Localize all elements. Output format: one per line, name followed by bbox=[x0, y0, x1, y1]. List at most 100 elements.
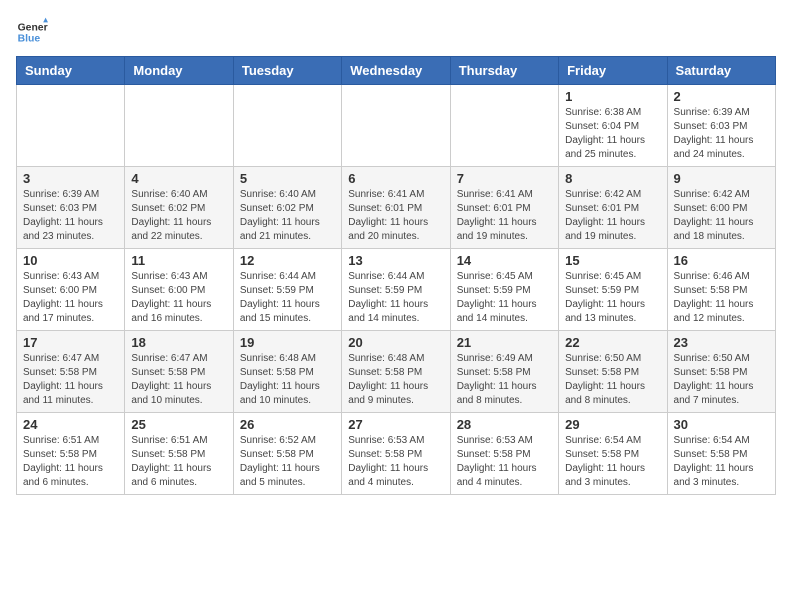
day-info: Sunrise: 6:48 AM Sunset: 5:58 PM Dayligh… bbox=[240, 352, 335, 408]
day-number: 21 bbox=[457, 335, 552, 350]
calendar-cell: 19 Sunrise: 6:48 AM Sunset: 5:58 PM Dayli… bbox=[233, 331, 341, 413]
day-number: 20 bbox=[348, 335, 443, 350]
day-info: Sunrise: 6:42 AM Sunset: 6:01 PM Dayligh… bbox=[565, 188, 660, 244]
calendar-cell: 28 Sunrise: 6:53 AM Sunset: 5:58 PM Dayli… bbox=[450, 413, 558, 495]
day-info: Sunrise: 6:51 AM Sunset: 5:58 PM Dayligh… bbox=[23, 434, 118, 490]
calendar-cell: 23 Sunrise: 6:50 AM Sunset: 5:58 PM Dayli… bbox=[667, 331, 775, 413]
calendar-week-5: 24 Sunrise: 6:51 AM Sunset: 5:58 PM Dayli… bbox=[17, 413, 776, 495]
day-header-thursday: Thursday bbox=[450, 57, 558, 85]
day-number: 9 bbox=[674, 171, 769, 186]
day-info: Sunrise: 6:43 AM Sunset: 6:00 PM Dayligh… bbox=[23, 270, 118, 326]
day-number: 29 bbox=[565, 417, 660, 432]
calendar-cell: 13 Sunrise: 6:44 AM Sunset: 5:59 PM Dayli… bbox=[342, 249, 450, 331]
calendar-week-3: 10 Sunrise: 6:43 AM Sunset: 6:00 PM Dayli… bbox=[17, 249, 776, 331]
day-info: Sunrise: 6:38 AM Sunset: 6:04 PM Dayligh… bbox=[565, 106, 660, 162]
page-header: General Blue bbox=[16, 16, 776, 48]
calendar-cell: 7 Sunrise: 6:41 AM Sunset: 6:01 PM Daylig… bbox=[450, 167, 558, 249]
day-number: 23 bbox=[674, 335, 769, 350]
calendar-cell: 9 Sunrise: 6:42 AM Sunset: 6:00 PM Daylig… bbox=[667, 167, 775, 249]
calendar-cell: 27Sunrise: 6:53 AM Sunset: 5:58 PM Dayli… bbox=[342, 413, 450, 495]
day-info: Sunrise: 6:40 AM Sunset: 6:02 PM Dayligh… bbox=[240, 188, 335, 244]
day-number: 5 bbox=[240, 171, 335, 186]
day-header-wednesday: Wednesday bbox=[342, 57, 450, 85]
day-info: Sunrise: 6:41 AM Sunset: 6:01 PM Dayligh… bbox=[457, 188, 552, 244]
calendar-cell: 8 Sunrise: 6:42 AM Sunset: 6:01 PM Daylig… bbox=[559, 167, 667, 249]
calendar-cell: 16 Sunrise: 6:46 AM Sunset: 5:58 PM Dayli… bbox=[667, 249, 775, 331]
day-number: 6 bbox=[348, 171, 443, 186]
day-number: 15 bbox=[565, 253, 660, 268]
day-number: 4 bbox=[131, 171, 226, 186]
day-number: 22 bbox=[565, 335, 660, 350]
day-info: Sunrise: 6:47 AM Sunset: 5:58 PM Dayligh… bbox=[23, 352, 118, 408]
logo: General Blue bbox=[16, 16, 48, 48]
day-info: Sunrise: 6:41 AM Sunset: 6:01 PM Dayligh… bbox=[348, 188, 443, 244]
day-info: Sunrise: 6:43 AM Sunset: 6:00 PM Dayligh… bbox=[131, 270, 226, 326]
day-header-tuesday: Tuesday bbox=[233, 57, 341, 85]
day-number: 25 bbox=[131, 417, 226, 432]
logo-icon: General Blue bbox=[16, 16, 48, 48]
day-number: 16 bbox=[674, 253, 769, 268]
day-info: Sunrise: 6:45 AM Sunset: 5:59 PM Dayligh… bbox=[565, 270, 660, 326]
day-info: Sunrise: 6:45 AM Sunset: 5:59 PM Dayligh… bbox=[457, 270, 552, 326]
day-number: 13 bbox=[348, 253, 443, 268]
calendar-cell: 2 Sunrise: 6:39 AM Sunset: 6:03 PM Daylig… bbox=[667, 85, 775, 167]
day-info: Sunrise: 6:40 AM Sunset: 6:02 PM Dayligh… bbox=[131, 188, 226, 244]
day-info: Sunrise: 6:52 AM Sunset: 5:58 PM Dayligh… bbox=[240, 434, 335, 490]
day-number: 1 bbox=[565, 89, 660, 104]
calendar-cell: 24 Sunrise: 6:51 AM Sunset: 5:58 PM Dayli… bbox=[17, 413, 125, 495]
day-number: 18 bbox=[131, 335, 226, 350]
day-info: Sunrise: 6:49 AM Sunset: 5:58 PM Dayligh… bbox=[457, 352, 552, 408]
day-info: Sunrise: 6:54 AM Sunset: 5:58 PM Dayligh… bbox=[674, 434, 769, 490]
day-number: 7 bbox=[457, 171, 552, 186]
calendar-cell: 1 Sunrise: 6:38 AM Sunset: 6:04 PM Daylig… bbox=[559, 85, 667, 167]
calendar-cell: 20Sunrise: 6:48 AM Sunset: 5:58 PM Dayli… bbox=[342, 331, 450, 413]
day-info: Sunrise: 6:44 AM Sunset: 5:59 PM Dayligh… bbox=[240, 270, 335, 326]
calendar-cell bbox=[450, 85, 558, 167]
calendar-cell: 6 Sunrise: 6:41 AM Sunset: 6:01 PM Daylig… bbox=[342, 167, 450, 249]
day-info: Sunrise: 6:39 AM Sunset: 6:03 PM Dayligh… bbox=[674, 106, 769, 162]
calendar-cell: 30 Sunrise: 6:54 AM Sunset: 5:58 PM Dayli… bbox=[667, 413, 775, 495]
day-number: 10 bbox=[23, 253, 118, 268]
calendar-cell: 5 Sunrise: 6:40 AM Sunset: 6:02 PM Daylig… bbox=[233, 167, 341, 249]
day-number: 30 bbox=[674, 417, 769, 432]
calendar-week-2: 3 Sunrise: 6:39 AM Sunset: 6:03 PM Daylig… bbox=[17, 167, 776, 249]
day-info: Sunrise: 6:46 AM Sunset: 5:58 PM Dayligh… bbox=[674, 270, 769, 326]
calendar-cell: 22 Sunrise: 6:50 AM Sunset: 5:58 PM Dayli… bbox=[559, 331, 667, 413]
calendar-cell: 21 Sunrise: 6:49 AM Sunset: 5:58 PM Dayli… bbox=[450, 331, 558, 413]
calendar-cell: 11 Sunrise: 6:43 AM Sunset: 6:00 PM Dayli… bbox=[125, 249, 233, 331]
day-number: 24 bbox=[23, 417, 118, 432]
calendar: SundayMondayTuesdayWednesdayThursdayFrid… bbox=[16, 56, 776, 495]
day-info: Sunrise: 6:50 AM Sunset: 5:58 PM Dayligh… bbox=[565, 352, 660, 408]
calendar-cell: 3 Sunrise: 6:39 AM Sunset: 6:03 PM Daylig… bbox=[17, 167, 125, 249]
day-info: Sunrise: 6:39 AM Sunset: 6:03 PM Dayligh… bbox=[23, 188, 118, 244]
day-number: 28 bbox=[457, 417, 552, 432]
calendar-cell bbox=[125, 85, 233, 167]
day-info: Sunrise: 6:54 AM Sunset: 5:58 PM Dayligh… bbox=[565, 434, 660, 490]
day-header-saturday: Saturday bbox=[667, 57, 775, 85]
svg-text:General: General bbox=[18, 22, 48, 33]
day-number: 14 bbox=[457, 253, 552, 268]
calendar-cell bbox=[233, 85, 341, 167]
calendar-cell: 14 Sunrise: 6:45 AM Sunset: 5:59 PM Dayli… bbox=[450, 249, 558, 331]
day-info: Sunrise: 6:53 AM Sunset: 5:58 PM Dayligh… bbox=[457, 434, 552, 490]
day-info: Sunrise: 6:51 AM Sunset: 5:58 PM Dayligh… bbox=[131, 434, 226, 490]
day-info: Sunrise: 6:44 AM Sunset: 5:59 PM Dayligh… bbox=[348, 270, 443, 326]
day-info: Sunrise: 6:42 AM Sunset: 6:00 PM Dayligh… bbox=[674, 188, 769, 244]
day-header-sunday: Sunday bbox=[17, 57, 125, 85]
day-number: 3 bbox=[23, 171, 118, 186]
day-number: 8 bbox=[565, 171, 660, 186]
day-number: 19 bbox=[240, 335, 335, 350]
calendar-cell: 29 Sunrise: 6:54 AM Sunset: 5:58 PM Dayli… bbox=[559, 413, 667, 495]
day-number: 26 bbox=[240, 417, 335, 432]
day-number: 17 bbox=[23, 335, 118, 350]
calendar-cell bbox=[17, 85, 125, 167]
day-info: Sunrise: 6:50 AM Sunset: 5:58 PM Dayligh… bbox=[674, 352, 769, 408]
calendar-cell: 18 Sunrise: 6:47 AM Sunset: 5:58 PM Dayli… bbox=[125, 331, 233, 413]
calendar-cell: 17 Sunrise: 6:47 AM Sunset: 5:58 PM Dayli… bbox=[17, 331, 125, 413]
day-header-monday: Monday bbox=[125, 57, 233, 85]
day-number: 11 bbox=[131, 253, 226, 268]
day-number: 2 bbox=[674, 89, 769, 104]
day-info: Sunrise: 6:47 AM Sunset: 5:58 PM Dayligh… bbox=[131, 352, 226, 408]
svg-text:Blue: Blue bbox=[18, 34, 41, 45]
calendar-week-4: 17 Sunrise: 6:47 AM Sunset: 5:58 PM Dayli… bbox=[17, 331, 776, 413]
